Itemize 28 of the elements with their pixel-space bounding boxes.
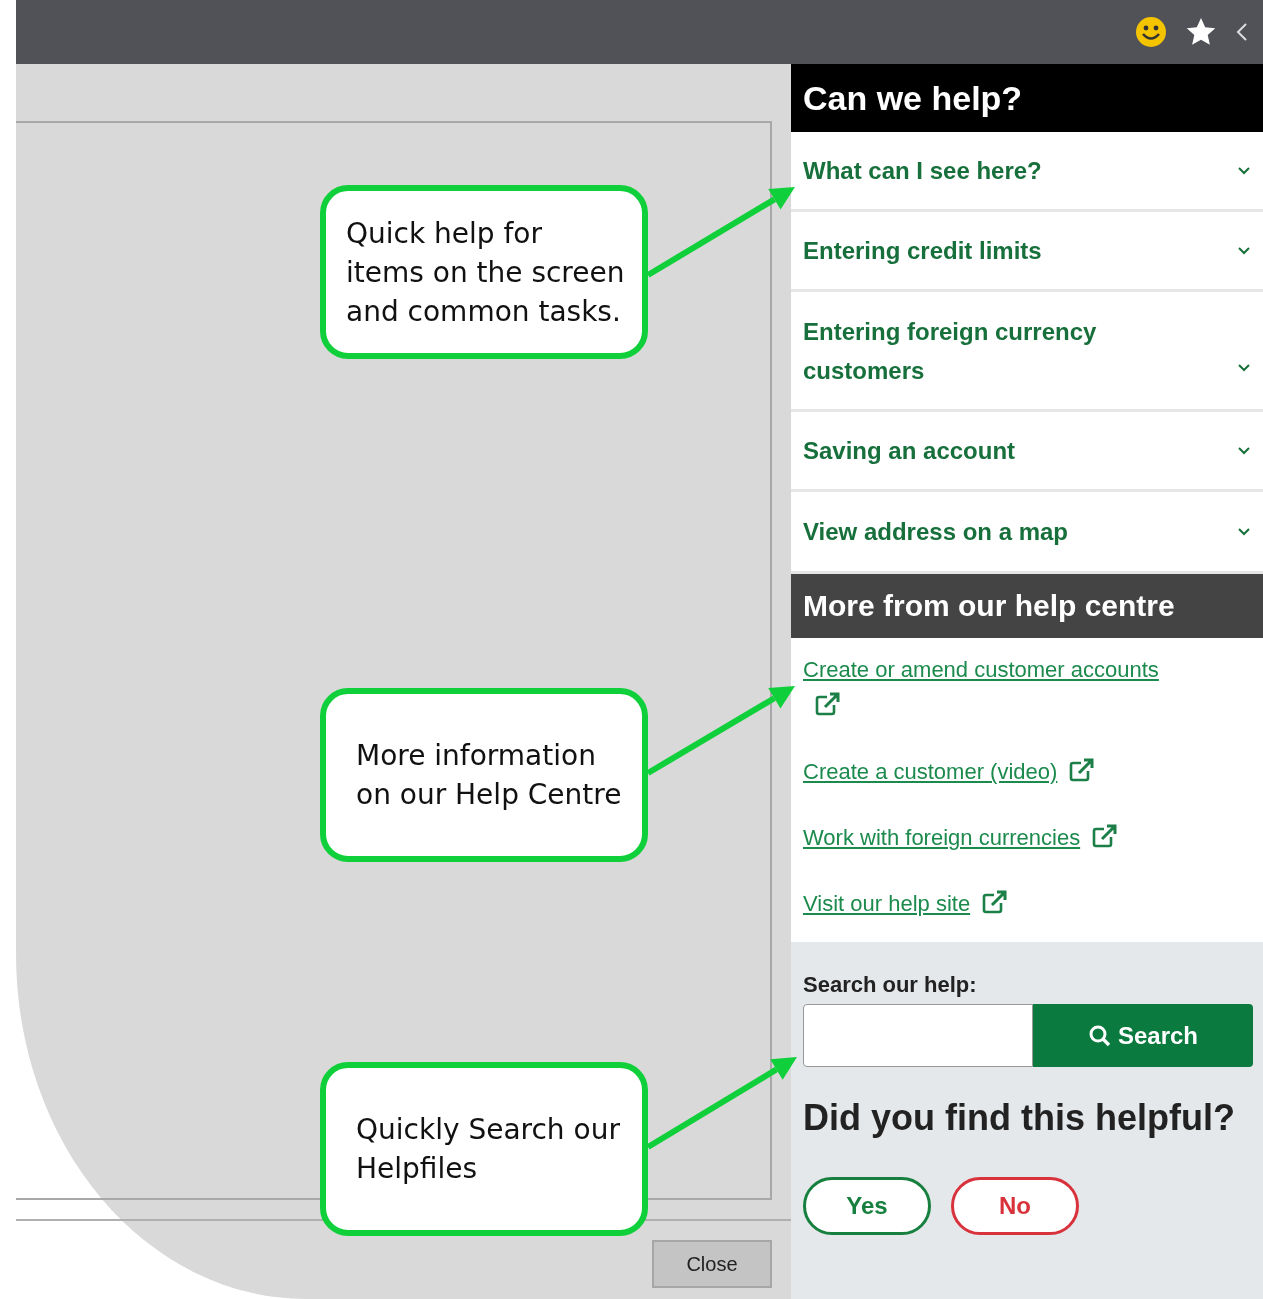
section-heading: More from our help centre: [791, 574, 1263, 638]
callout-note: Quickly Search our Helpfiles: [320, 1062, 648, 1236]
help-link[interactable]: Create or amend customer accounts: [803, 657, 1159, 682]
chevron-left-icon[interactable]: [1235, 21, 1249, 43]
panel-title: Can we help?: [791, 64, 1263, 132]
accordion-item[interactable]: Saving an account: [791, 412, 1263, 492]
external-link-icon: [1092, 824, 1119, 848]
accordion-item[interactable]: What can I see here?: [791, 132, 1263, 212]
help-link[interactable]: Visit our help site: [803, 891, 971, 916]
external-link-icon: [982, 890, 1009, 914]
yes-button[interactable]: Yes: [803, 1177, 931, 1235]
smiley-icon[interactable]: [1135, 16, 1167, 48]
search-icon: [1087, 1023, 1112, 1048]
external-link-icon: [815, 692, 841, 716]
accordion-item[interactable]: Entering credit limits: [791, 212, 1263, 292]
external-link-icon: [1069, 758, 1096, 782]
search-label: Search our help:: [803, 972, 978, 998]
no-button[interactable]: No: [951, 1177, 1079, 1235]
search-button[interactable]: Search: [1033, 1004, 1253, 1067]
close-button[interactable]: Close: [652, 1240, 772, 1288]
star-icon[interactable]: [1185, 16, 1217, 48]
feedback-question: Did you find this helpful?: [803, 1097, 1236, 1139]
help-link[interactable]: Work with foreign currencies: [803, 825, 1081, 850]
callout-note: Quick help for items on the screen and common tasks.: [320, 185, 648, 359]
help-link[interactable]: Create a customer (video): [803, 759, 1058, 784]
search-field[interactable]: [803, 1004, 1033, 1067]
callout-note: More information on our Help Centre: [320, 688, 648, 862]
accordion-item[interactable]: Entering foreign currency customers: [791, 292, 1263, 412]
